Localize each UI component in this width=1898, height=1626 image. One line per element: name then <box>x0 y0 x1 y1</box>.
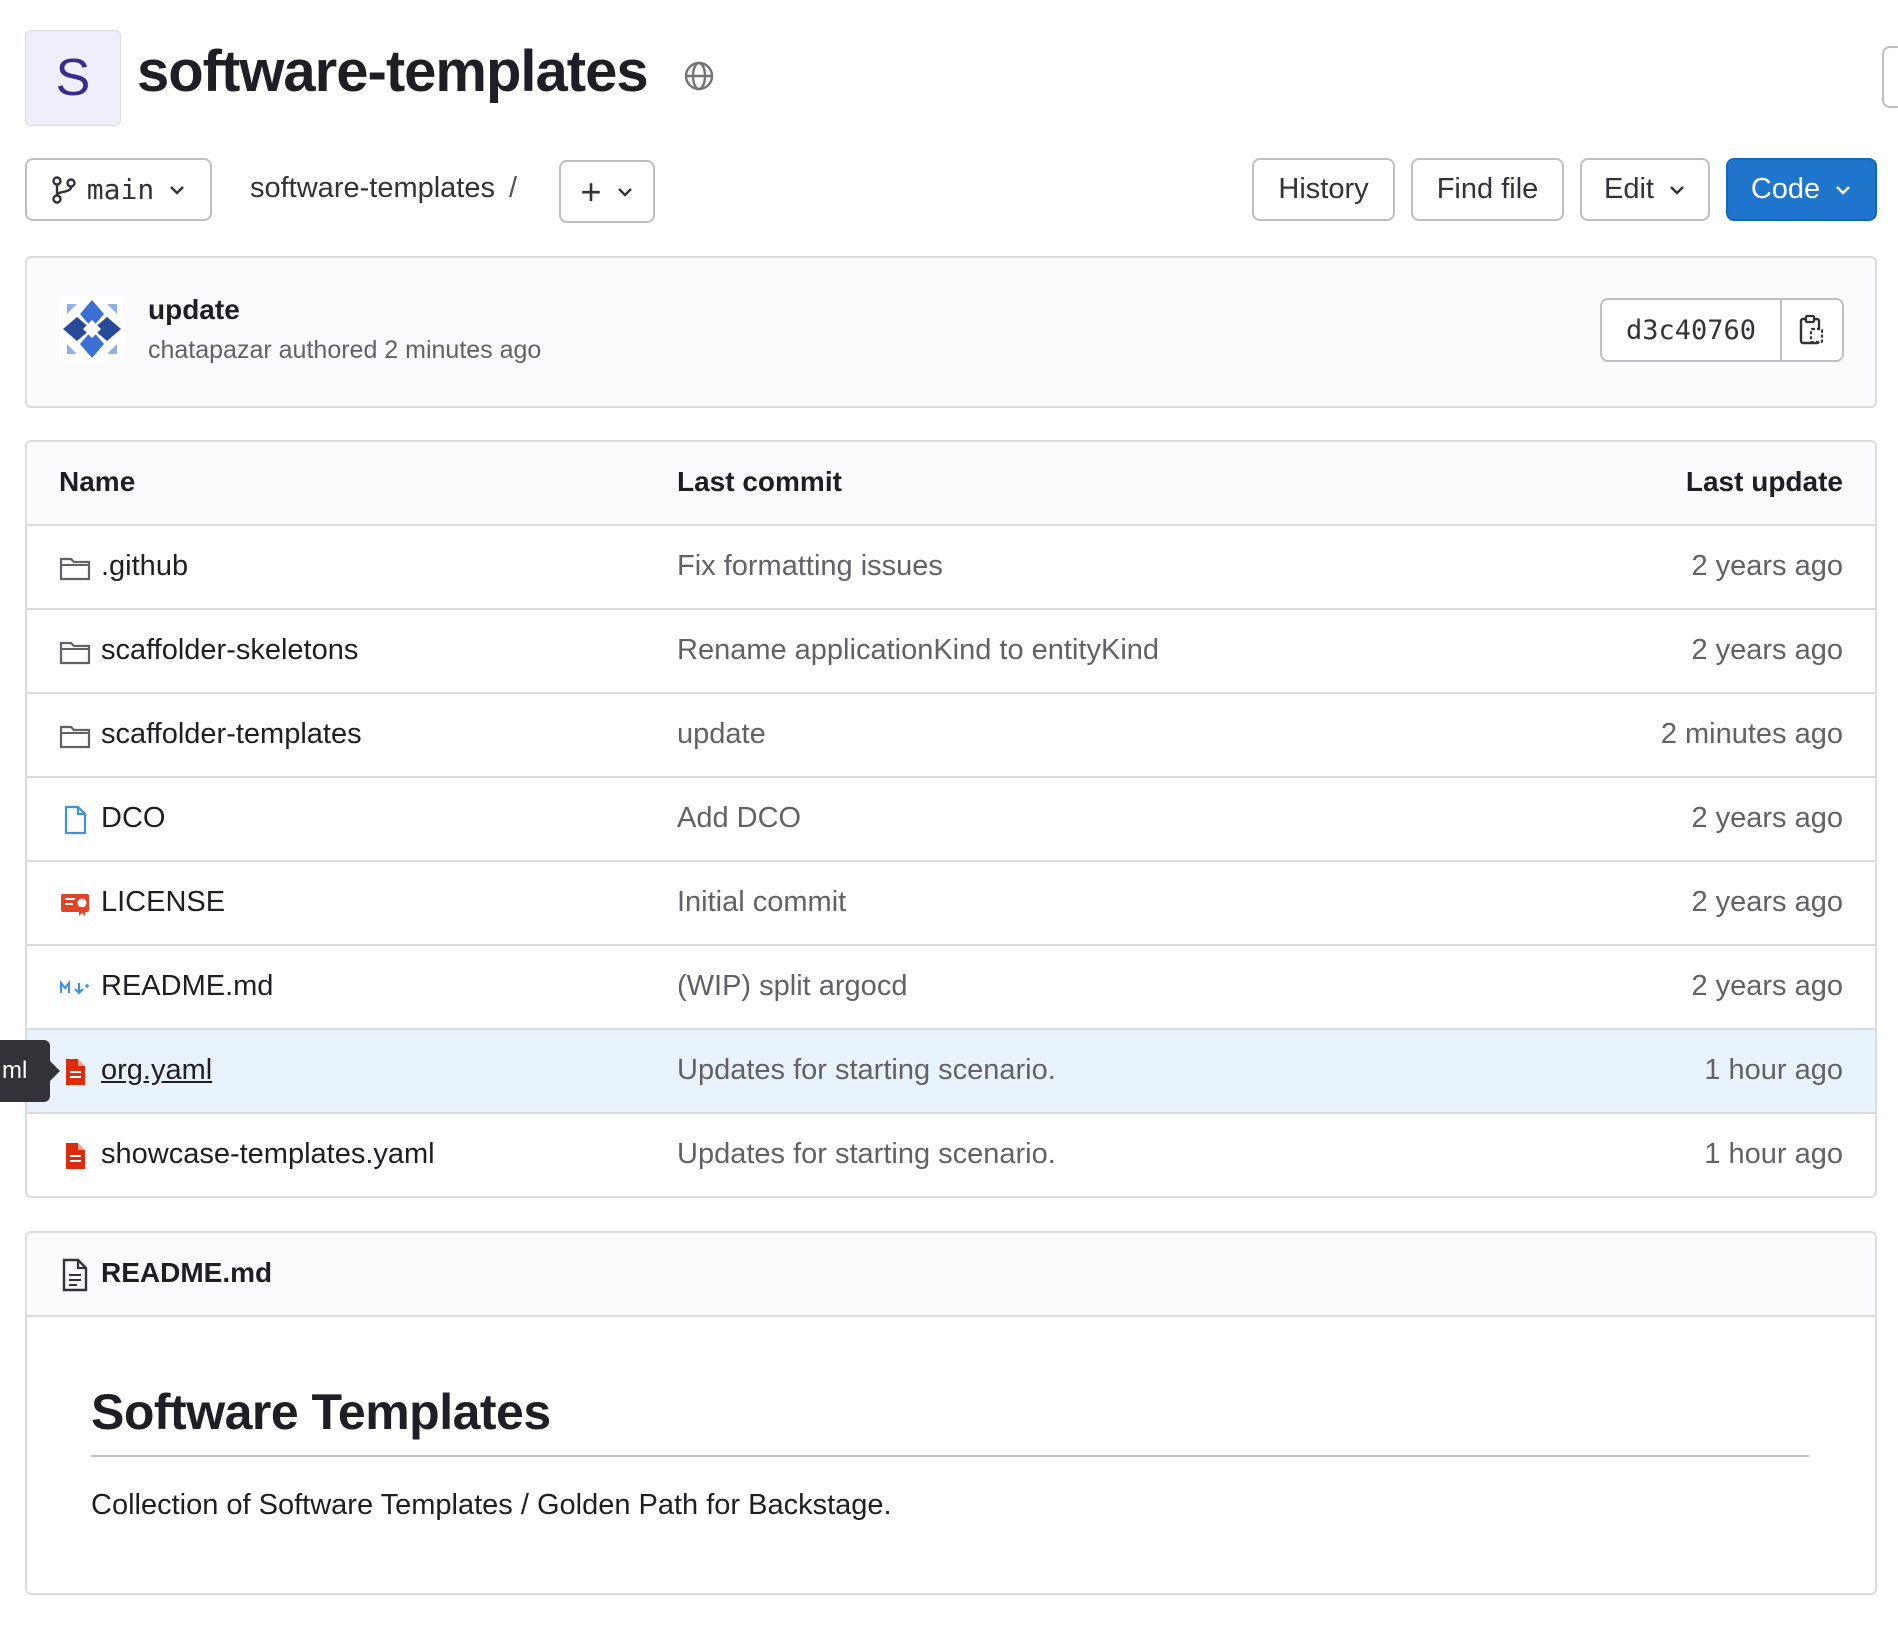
folder-icon <box>59 725 91 749</box>
globe-icon <box>684 61 714 91</box>
last-update: 2 years ago <box>1691 802 1843 834</box>
chevron-down-icon <box>170 185 185 195</box>
file-name-link[interactable]: scaffolder-templates <box>101 718 362 751</box>
code-button[interactable]: Code <box>1726 158 1877 221</box>
column-header-last-commit: Last commit <box>677 466 842 497</box>
chevron-down-icon <box>1670 185 1684 195</box>
branch-name: main <box>86 173 155 206</box>
table-row[interactable]: .github Fix formatting issues 2 years ag… <box>27 526 1875 610</box>
file-name-link[interactable]: README.md <box>101 970 273 1003</box>
commit-message-link[interactable]: Fix formatting issues <box>677 550 943 583</box>
last-update: 2 minutes ago <box>1660 718 1843 750</box>
license-icon <box>61 894 89 916</box>
branch-icon <box>52 175 76 204</box>
project-title: software-templates <box>137 39 649 104</box>
table-row[interactable]: LICENSE Initial commit 2 years ago <box>27 862 1875 946</box>
chevron-down-icon <box>1836 185 1851 195</box>
column-header-name: Name <box>59 466 136 497</box>
file-name-link[interactable]: LICENSE <box>101 886 225 919</box>
last-update: 2 years ago <box>1691 634 1843 666</box>
edit-button-label: Edit <box>1604 173 1654 205</box>
readme-divider <box>91 1455 1809 1457</box>
folder-icon <box>59 641 91 665</box>
folder-icon <box>59 557 91 581</box>
table-row[interactable]: showcase-templates.yaml Updates for star… <box>27 1114 1875 1196</box>
find-file-button[interactable]: Find file <box>1411 158 1564 221</box>
commit-message-link[interactable]: Updates for starting scenario. <box>677 1054 1056 1087</box>
history-button[interactable]: History <box>1252 158 1395 221</box>
file-name-link[interactable]: showcase-templates.yaml <box>101 1138 435 1171</box>
last-update: 1 hour ago <box>1704 1138 1843 1170</box>
last-update: 1 hour ago <box>1704 1054 1843 1086</box>
commit-title-link[interactable]: update <box>148 294 240 326</box>
table-header: Name Last commit Last update <box>27 442 1875 526</box>
branch-selector[interactable]: main <box>25 158 212 221</box>
table-row[interactable]: org.yaml Updates for starting scenario. … <box>27 1030 1875 1114</box>
breadcrumb: software-templates / <box>250 172 517 205</box>
last-commit-panel: update chatapazar authored 2 minutes ago… <box>25 256 1877 408</box>
table-row[interactable]: scaffolder-skeletons Rename applicationK… <box>27 610 1875 694</box>
table-row[interactable]: DCO Add DCO 2 years ago <box>27 778 1875 862</box>
edit-button[interactable]: Edit <box>1580 158 1710 221</box>
readme-header: README.md <box>27 1233 1875 1317</box>
copy-sha-button[interactable] <box>1782 300 1842 360</box>
commit-author-link[interactable]: chatapazar <box>148 336 272 364</box>
file-icon <box>64 805 87 835</box>
readme-panel: README.md Software Templates Collection … <box>25 1231 1877 1595</box>
commit-meta-suffix: authored 2 minutes ago <box>278 336 542 364</box>
readme-file-link[interactable]: README.md <box>101 1257 272 1289</box>
table-row[interactable]: README.md (WIP) split argocd 2 years ago <box>27 946 1875 1030</box>
commit-sha-group: d3c40760 <box>1600 298 1844 362</box>
chevron-down-icon <box>617 187 632 197</box>
commit-meta: chatapazar authored 2 minutes ago <box>148 336 541 365</box>
project-avatar-letter: S <box>55 49 91 107</box>
commit-sha-button[interactable]: d3c40760 <box>1602 300 1782 360</box>
last-update: 2 years ago <box>1691 886 1843 918</box>
project-avatar[interactable]: S <box>25 30 121 126</box>
file-name-link[interactable]: scaffolder-skeletons <box>101 634 358 667</box>
commit-message-link[interactable]: Updates for starting scenario. <box>677 1138 1056 1171</box>
file-name-tooltip: ml <box>0 1040 60 1102</box>
commit-message-link[interactable]: Rename applicationKind to entityKind <box>677 634 1159 667</box>
file-name-link[interactable]: .github <box>101 550 188 583</box>
add-to-tree-button[interactable]: + <box>559 160 655 223</box>
breadcrumb-separator: / <box>509 172 518 204</box>
commit-message-link[interactable]: (WIP) split argocd <box>677 970 907 1003</box>
table-row[interactable]: scaffolder-templates update 2 minutes ag… <box>27 694 1875 778</box>
last-update: 2 years ago <box>1691 970 1843 1002</box>
clipboard-icon <box>1799 314 1824 345</box>
file-name-link[interactable]: DCO <box>101 802 165 835</box>
commit-message-link[interactable]: Initial commit <box>677 886 846 919</box>
file-text-icon <box>62 1258 88 1292</box>
yaml-icon <box>66 1143 85 1169</box>
file-tree-table: Name Last commit Last update .github Fix… <box>25 440 1877 1198</box>
yaml-icon <box>66 1059 85 1085</box>
readme-paragraph: Collection of Software Templates / Golde… <box>91 1489 892 1521</box>
file-name-link[interactable]: org.yaml <box>101 1054 212 1087</box>
project-actions-button[interactable] <box>1882 46 1898 108</box>
markdown-icon <box>59 979 89 995</box>
code-button-label: Code <box>1750 173 1821 205</box>
commit-message-link[interactable]: Add DCO <box>677 802 801 835</box>
commit-message-link[interactable]: update <box>677 718 766 751</box>
user-avatar[interactable] <box>59 296 125 362</box>
readme-heading: Software Templates <box>91 1384 551 1440</box>
last-update: 2 years ago <box>1691 550 1843 582</box>
breadcrumb-project-link[interactable]: software-templates <box>250 172 495 204</box>
column-header-last-update: Last update <box>1685 466 1843 497</box>
plus-icon: + <box>580 170 602 212</box>
